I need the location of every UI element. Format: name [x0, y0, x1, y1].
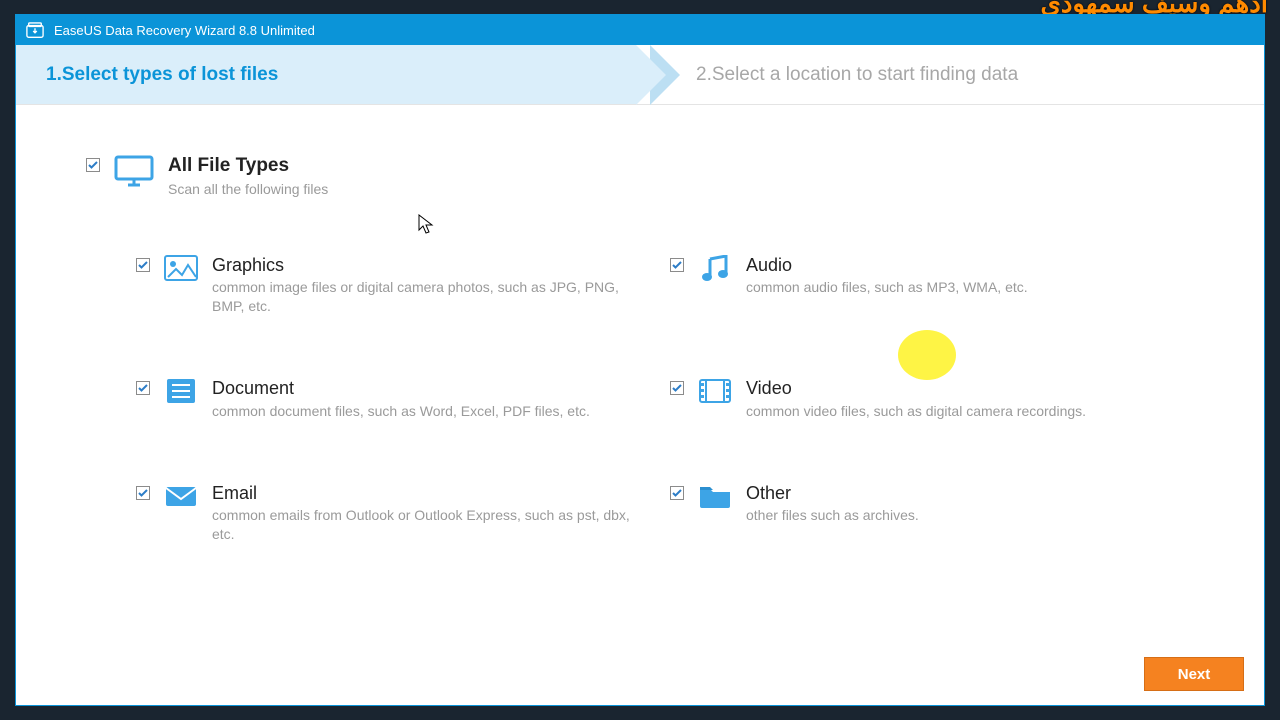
app-window: EaseUS Data Recovery Wizard 8.8 Unlimite… [15, 14, 1265, 706]
all-title: All File Types [168, 155, 328, 178]
image-icon [164, 255, 198, 281]
highlight-marker [898, 330, 956, 380]
step-2-label: 2.Select a location to start finding dat… [696, 64, 1018, 86]
document-desc: common document files, such as Word, Exc… [212, 402, 590, 421]
email-desc: common emails from Outlook or Outlook Ex… [212, 506, 642, 544]
step-1-label: 1.Select types of lost files [46, 64, 278, 86]
film-icon [698, 378, 732, 404]
envelope-icon [164, 483, 198, 509]
app-title: EaseUS Data Recovery Wizard 8.8 Unlimite… [54, 23, 315, 38]
all-desc: Scan all the following files [168, 180, 328, 199]
document-title: Document [212, 378, 590, 400]
video-desc: common video files, such as digital came… [746, 402, 1086, 421]
option-other[interactable]: Other other files such as archives. [670, 483, 1194, 544]
app-icon [26, 22, 44, 38]
option-audio[interactable]: Audio common audio files, such as MP3, W… [670, 255, 1194, 316]
folder-icon [698, 483, 732, 509]
audio-desc: common audio files, such as MP3, WMA, et… [746, 278, 1028, 297]
audio-title: Audio [746, 255, 1028, 277]
step-breadcrumb: 1.Select types of lost files 2.Select a … [16, 45, 1264, 105]
next-button[interactable]: Next [1144, 657, 1244, 691]
video-title: Video [746, 378, 1086, 400]
checkbox-graphics[interactable] [136, 258, 150, 272]
monitor-icon [114, 155, 154, 187]
step-2-inactive: 2.Select a location to start finding dat… [636, 45, 1264, 104]
checkbox-document[interactable] [136, 381, 150, 395]
option-video[interactable]: Video common video files, such as digita… [670, 378, 1194, 420]
checkbox-other[interactable] [670, 486, 684, 500]
step-1-active: 1.Select types of lost files [16, 45, 636, 104]
other-title: Other [746, 483, 919, 505]
checkbox-audio[interactable] [670, 258, 684, 272]
music-note-icon [698, 255, 732, 281]
option-document[interactable]: Document common document files, such as … [136, 378, 660, 420]
checkbox-all[interactable] [86, 158, 100, 172]
checkbox-email[interactable] [136, 486, 150, 500]
option-email[interactable]: Email common emails from Outlook or Outl… [136, 483, 660, 544]
content-area: All File Types Scan all the following fi… [16, 105, 1264, 705]
document-icon [164, 378, 198, 404]
other-desc: other files such as archives. [746, 506, 919, 525]
option-graphics[interactable]: Graphics common image files or digital c… [136, 255, 660, 316]
graphics-desc: common image files or digital camera pho… [212, 278, 642, 316]
option-all-file-types[interactable]: All File Types Scan all the following fi… [86, 155, 1194, 199]
graphics-title: Graphics [212, 255, 642, 277]
mouse-cursor-icon [418, 214, 434, 239]
checkbox-video[interactable] [670, 381, 684, 395]
titlebar[interactable]: EaseUS Data Recovery Wizard 8.8 Unlimite… [16, 15, 1264, 45]
email-title: Email [212, 483, 642, 505]
